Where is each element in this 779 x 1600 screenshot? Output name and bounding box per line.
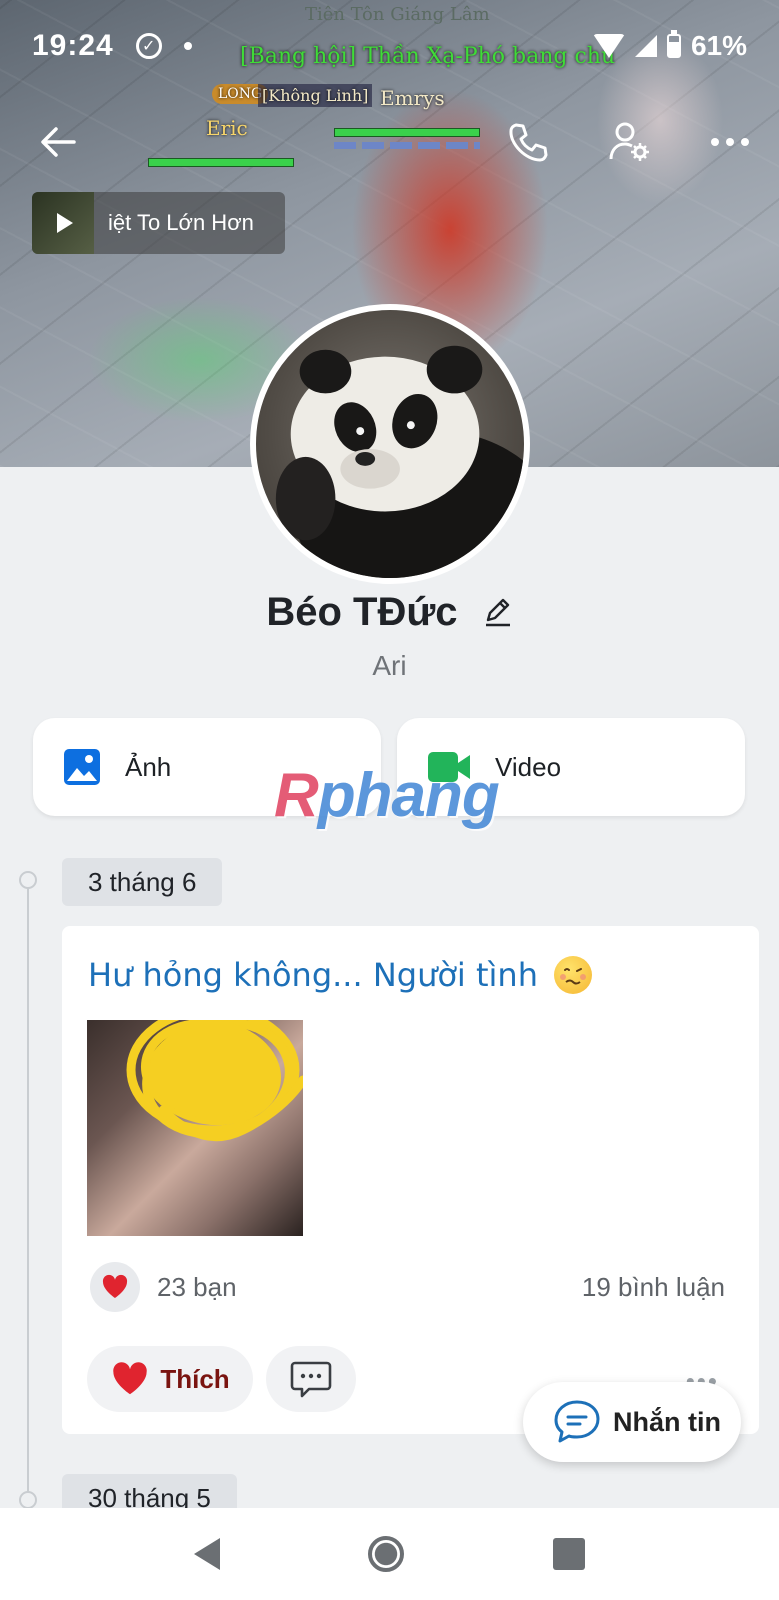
battery-icon <box>666 30 681 58</box>
heart-icon <box>113 1362 148 1395</box>
cover-name-left: Eric <box>206 116 248 140</box>
watermark: Rphang <box>274 760 500 831</box>
woozy-face-icon <box>554 956 593 994</box>
message-button-label: Nhắn tin <box>613 1406 721 1437</box>
profile-settings-button[interactable] <box>604 116 656 168</box>
photos-tile-label: Ảnh <box>125 751 172 782</box>
play-icon[interactable] <box>57 213 73 233</box>
like-button-label: Thích <box>160 1363 230 1394</box>
comment-icon <box>290 1361 332 1398</box>
profile-subtitle: Ari <box>372 650 407 681</box>
likes-count[interactable]: 23 bạn <box>157 1272 237 1303</box>
cover-hp-bar-left <box>148 158 294 167</box>
nav-recents-icon[interactable] <box>552 1538 585 1570</box>
pencil-icon <box>485 598 510 627</box>
system-nav-bar <box>0 1508 779 1600</box>
profile-name: Béo TĐức <box>266 590 458 634</box>
post-card[interactable]: Hư hỏng không... Người tình 23 bạn 19 bì… <box>62 926 759 1434</box>
videos-tile-label: Video <box>495 751 562 782</box>
image-icon <box>64 749 100 785</box>
call-button[interactable] <box>502 116 554 168</box>
panda-avatar-image <box>275 345 524 578</box>
signal-icon <box>634 35 657 57</box>
reaction-heart-badge[interactable] <box>90 1262 140 1312</box>
cover-hp-bar-right <box>334 128 480 137</box>
music-title: iệt To Lớn Hơn <box>108 210 254 235</box>
status-bar: 19:24 ✓ 61% <box>0 0 779 92</box>
check-circle-icon: ✓ <box>135 33 162 59</box>
arrow-left-icon <box>41 127 76 157</box>
comment-button[interactable] <box>266 1346 356 1412</box>
censor-scribble <box>126 1020 303 1142</box>
watermark-part-2: phang <box>317 761 500 830</box>
post-caption: Hư hỏng không... Người tình <box>88 956 538 994</box>
cover-mp-bar <box>334 142 480 149</box>
edit-name-button[interactable] <box>483 592 513 637</box>
nav-home-icon[interactable] <box>368 1536 405 1572</box>
avatar[interactable] <box>250 304 530 584</box>
battery-percent: 61% <box>690 30 747 61</box>
user-settings-icon <box>609 122 649 161</box>
wifi-icon <box>592 34 625 58</box>
nav-back-icon[interactable] <box>194 1538 221 1570</box>
date-chip: 3 tháng 6 <box>62 858 223 906</box>
like-button[interactable]: Thích <box>87 1346 253 1412</box>
post-image[interactable] <box>87 1020 303 1236</box>
timeline-dot <box>19 1491 37 1509</box>
watermark-part-1: R <box>274 761 319 830</box>
message-button[interactable]: Nhắn tin <box>523 1382 741 1462</box>
chat-bubble-icon <box>554 1400 600 1443</box>
post-text: Hư hỏng không... Người tình <box>88 956 593 994</box>
profile-music-chip[interactable]: iệt To Lớn Hơn <box>32 192 285 254</box>
music-thumbnail <box>32 192 94 254</box>
phone-icon <box>509 123 548 162</box>
comments-count[interactable]: 19 bình luận <box>582 1272 725 1303</box>
timeline-dot <box>19 871 37 889</box>
more-horizontal-icon <box>711 138 749 146</box>
more-options-button[interactable] <box>704 116 756 168</box>
back-button[interactable] <box>34 118 82 166</box>
notification-dot-icon <box>183 42 192 50</box>
heart-icon <box>102 1274 128 1298</box>
status-time: 19:24 <box>32 29 114 62</box>
timeline-line <box>27 880 29 1500</box>
profile-name-row: Béo TĐức <box>0 590 779 637</box>
